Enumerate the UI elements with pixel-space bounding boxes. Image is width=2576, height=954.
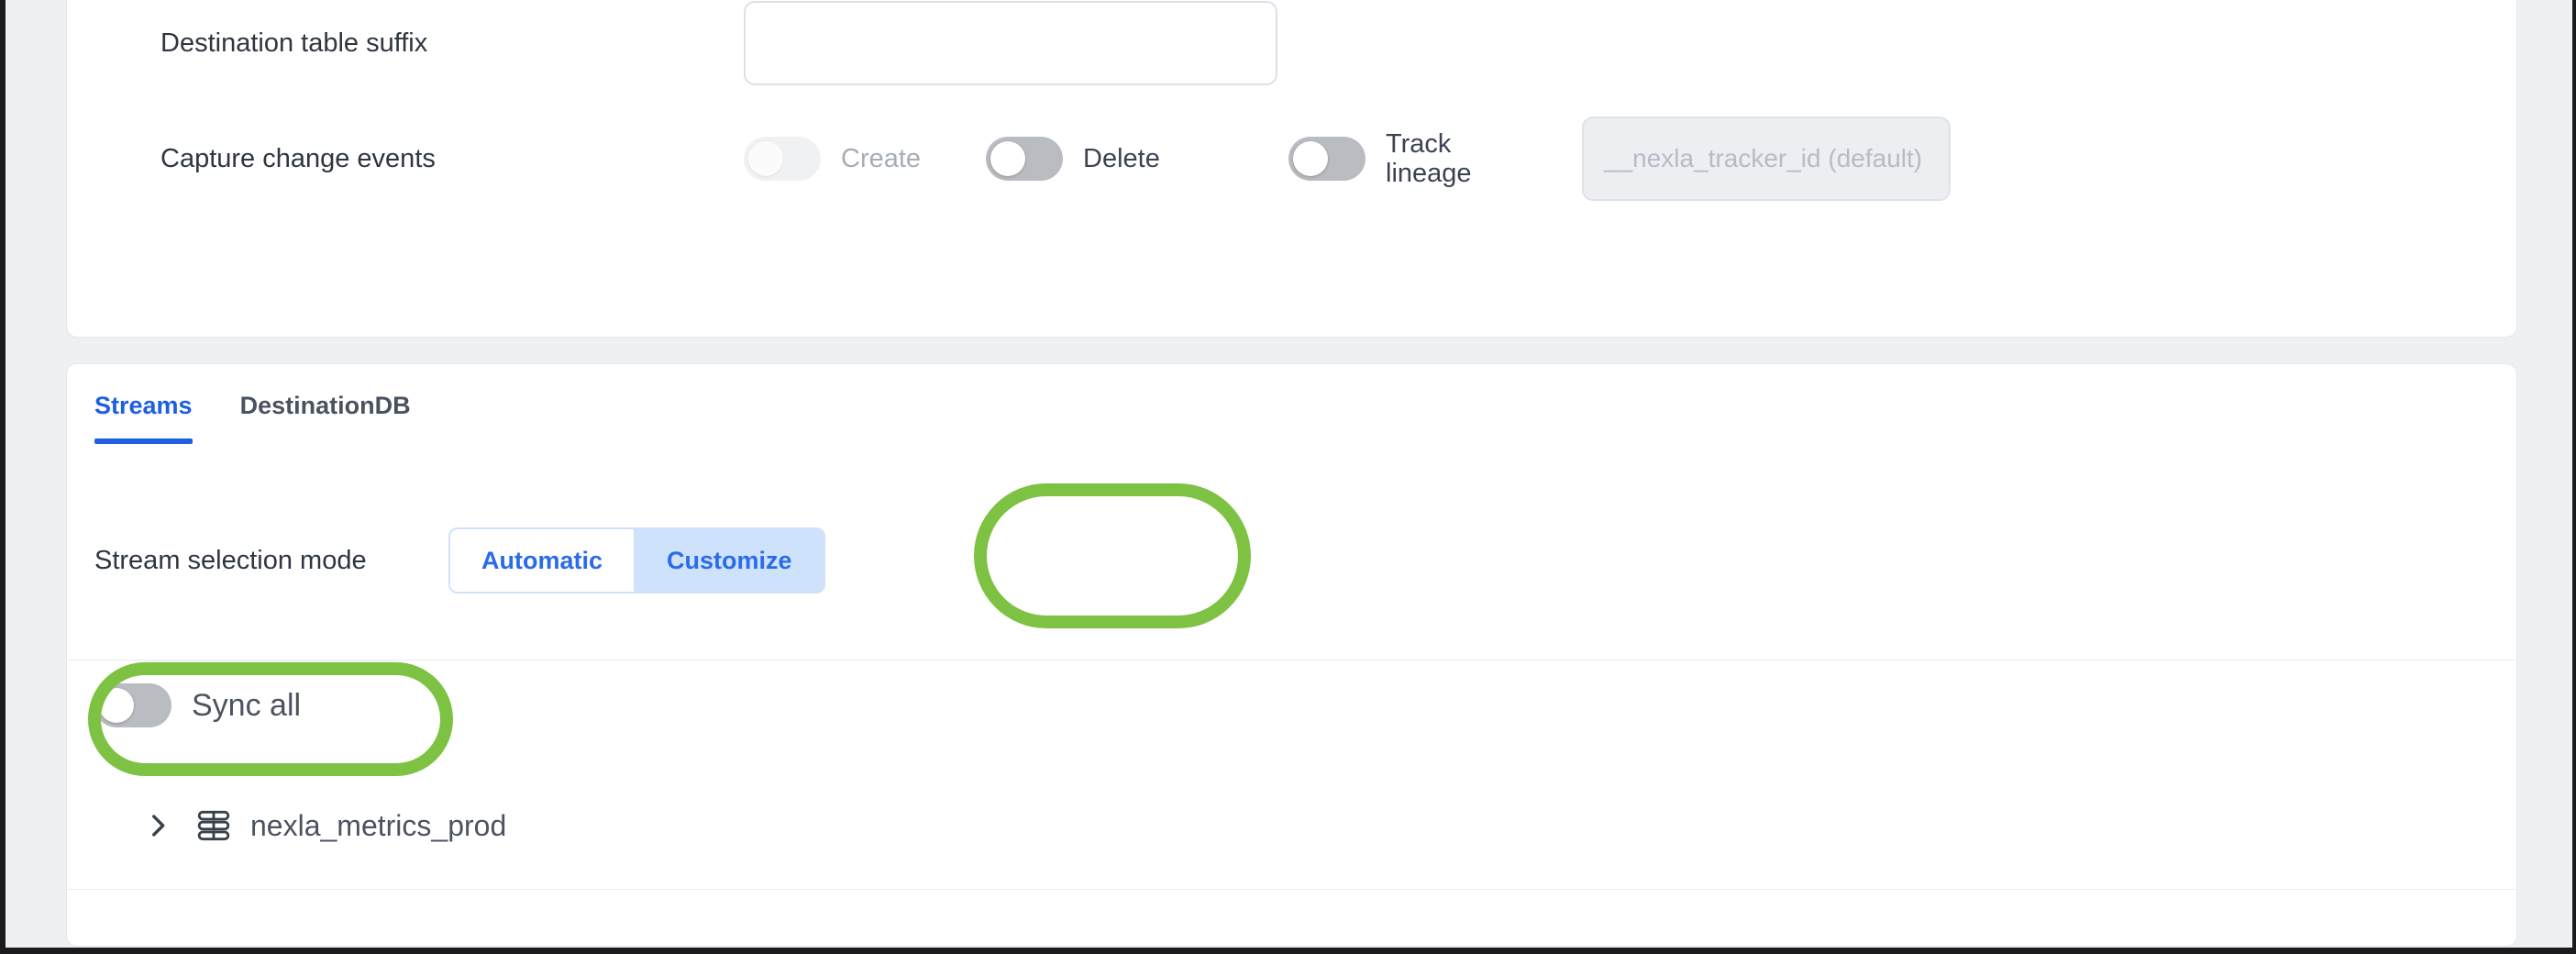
sync-all-label: Sync all: [192, 687, 302, 723]
stream-tree-row[interactable]: nexla_metrics_prod: [142, 803, 506, 849]
tab-destinationdb[interactable]: DestinationDB: [240, 384, 411, 444]
tab-streams[interactable]: Streams: [94, 384, 193, 444]
tab-destinationdb-label: DestinationDB: [239, 392, 411, 419]
segment-automatic[interactable]: Automatic: [450, 529, 635, 592]
nexla-tracker-id-input: __nexla_tracker_id (default): [1582, 116, 1951, 201]
sync-all-row[interactable]: Sync all: [94, 683, 301, 727]
delete-toggle-label: Delete: [1083, 143, 1160, 173]
stream-selection-mode-label: Stream selection mode: [94, 545, 367, 575]
delete-toggle-knob: [990, 141, 1025, 176]
streams-card-tabs: Streams DestinationDB: [94, 384, 2542, 452]
destination-table-suffix-row: Destination table suffix: [160, 1, 2416, 85]
track-lineage-toggle-knob: [1293, 141, 1328, 176]
track-lineage-toggle[interactable]: [1288, 137, 1365, 181]
segment-customize[interactable]: Customize: [634, 529, 824, 592]
stream-selection-mode-row: Stream selection mode Automatic Customiz…: [94, 527, 2387, 593]
capture-change-events-row: Capture change events Create Delete Trac…: [160, 113, 2416, 205]
app-screen: Destination table suffix Capture change …: [0, 0, 2576, 954]
sync-all-toggle-knob: [99, 688, 134, 723]
capture-change-events-label: Capture change events: [160, 143, 436, 173]
chevron-right-icon[interactable]: [142, 810, 173, 841]
divider-below-tree: [68, 889, 2515, 890]
create-toggle-knob: [748, 141, 783, 176]
create-toggle[interactable]: [744, 137, 821, 181]
track-lineage-toggle-group[interactable]: Track lineage: [1288, 129, 1582, 189]
destination-settings-card: Destination table suffix Capture change …: [66, 0, 2517, 338]
create-toggle-label: Create: [841, 143, 922, 173]
stream-tree-item-label: nexla_metrics_prod: [250, 808, 507, 842]
sync-all-toggle[interactable]: [94, 683, 171, 727]
delete-toggle-group[interactable]: Delete: [986, 137, 1288, 181]
window-chrome-left-edge: [0, 0, 6, 954]
streams-card: Streams DestinationDB Stream selection m…: [66, 363, 2517, 947]
delete-toggle[interactable]: [986, 137, 1063, 181]
segment-customize-label: Customize: [667, 546, 792, 574]
destination-table-suffix-input[interactable]: [744, 1, 1277, 85]
tab-streams-label: Streams: [94, 392, 193, 419]
create-toggle-group[interactable]: Create: [744, 137, 986, 181]
window-chrome-bottom-edge: [0, 948, 2576, 954]
destination-table-suffix-label: Destination table suffix: [160, 28, 428, 58]
segment-automatic-label: Automatic: [481, 546, 603, 574]
track-lineage-toggle-label: Track lineage: [1386, 128, 1472, 188]
stream-selection-segmented-control[interactable]: Automatic Customize: [448, 527, 825, 593]
window-chrome-right-edge: [2572, 0, 2576, 954]
database-icon: [195, 807, 232, 844]
